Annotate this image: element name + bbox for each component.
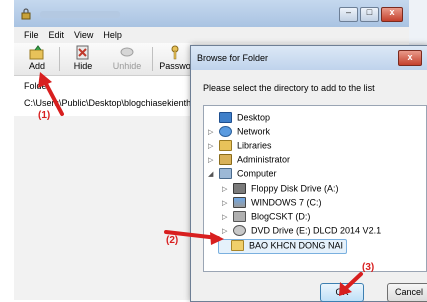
close-icon: x — [407, 52, 413, 62]
add-folder-icon — [29, 45, 44, 60]
app-lock-icon — [21, 8, 31, 20]
menu-file[interactable]: File — [24, 30, 39, 40]
tree-item-desktop[interactable]: Desktop — [208, 112, 270, 124]
folder-column-header: Folde — [24, 81, 47, 91]
hard-drive-icon — [232, 197, 246, 209]
dialog-title: Browse for Folder — [197, 53, 269, 63]
hide-button[interactable]: Hide — [70, 45, 96, 73]
floppy-drive-icon — [232, 183, 246, 195]
hide-label: Hide — [73, 61, 93, 71]
unhide-button[interactable]: Unhide — [110, 45, 144, 73]
cancel-button[interactable]: Cancel — [387, 283, 427, 302]
tree-item-bao-khcn-dong-nai[interactable]: BAO KHCN DONG NAI — [218, 239, 348, 254]
menu-help[interactable]: Help — [103, 30, 122, 40]
dialog-close-button[interactable]: x — [398, 50, 422, 66]
browse-folder-dialog: Browse for Folder x Please select the di… — [190, 45, 427, 302]
tree-item-blogcskt-d[interactable]: ▷ BlogCSKT (D:) — [222, 211, 310, 223]
tree-item-floppy[interactable]: ▷ Floppy Disk Drive (A:) — [222, 183, 339, 195]
desktop-icon — [218, 112, 232, 124]
menu-view[interactable]: View — [74, 30, 93, 40]
expand-arrow-icon[interactable]: ▷ — [222, 185, 230, 193]
dialog-title-bar[interactable]: Browse for Folder x — [191, 46, 427, 70]
add-button[interactable]: Add — [24, 45, 50, 73]
tree-item-windows-c[interactable]: ▷ WINDOWS 7 (C:) — [222, 197, 322, 209]
menu-edit[interactable]: Edit — [49, 30, 65, 40]
expand-arrow-icon[interactable]: ▷ — [222, 213, 230, 221]
toolbar-separator — [152, 47, 153, 71]
key-icon — [171, 45, 179, 60]
maximize-icon: □ — [366, 7, 373, 17]
expand-arrow-icon[interactable]: ▷ — [208, 128, 216, 136]
list-background — [14, 116, 206, 300]
expand-arrow-icon[interactable]: ▷ — [222, 227, 230, 235]
menu-bar: File Edit View Help — [14, 27, 419, 43]
folder-tree: Desktop ▷ Network ▷ Libraries ▷ Administ… — [203, 105, 427, 272]
annotation-step-2: (2) — [166, 235, 179, 246]
expand-arrow-icon[interactable]: ▷ — [208, 142, 216, 150]
network-icon — [218, 126, 232, 138]
tree-item-network[interactable]: ▷ Network — [208, 126, 270, 138]
unhide-icon — [120, 47, 134, 57]
folder-icon — [230, 240, 244, 252]
folder-path-row[interactable]: C:\Users\Public\Desktop\blogchiasekienth… — [24, 98, 204, 108]
close-button[interactable]: x — [381, 7, 403, 22]
unhide-label: Unhide — [112, 61, 142, 71]
maximize-button[interactable]: □ — [360, 7, 379, 22]
expand-arrow-icon[interactable]: ▷ — [208, 156, 216, 164]
computer-icon — [218, 168, 232, 180]
user-folder-icon — [218, 154, 232, 166]
libraries-icon — [218, 140, 232, 152]
annotation-step-1: (1) — [38, 110, 51, 121]
title-bar[interactable]: – □ x — [14, 0, 409, 28]
close-icon: x — [389, 7, 395, 17]
ok-button[interactable]: OK — [320, 283, 364, 302]
hide-icon — [76, 45, 89, 60]
window-title — [40, 11, 120, 18]
expand-arrow-icon[interactable]: ▷ — [222, 199, 230, 207]
password-label: Passwo — [159, 61, 191, 71]
tree-item-administrator[interactable]: ▷ Administrator — [208, 154, 290, 166]
hard-drive-icon — [232, 211, 246, 223]
dialog-prompt: Please select the directory to add to th… — [203, 83, 375, 93]
collapse-arrow-icon[interactable]: ◢ — [208, 170, 216, 178]
toolbar-separator — [59, 47, 60, 71]
password-button[interactable]: Passwo — [158, 45, 192, 73]
tree-item-libraries[interactable]: ▷ Libraries — [208, 140, 272, 152]
annotation-step-3: (3) — [362, 262, 375, 273]
tree-item-computer[interactable]: ◢ Computer — [208, 168, 277, 180]
minimize-button[interactable]: – — [339, 7, 358, 22]
minimize-icon: – — [345, 7, 351, 17]
add-label: Add — [28, 61, 45, 71]
dvd-drive-icon — [232, 225, 246, 237]
tree-item-dvd-e[interactable]: ▷ DVD Drive (E:) DLCD 2014 V2.1 — [222, 225, 381, 237]
